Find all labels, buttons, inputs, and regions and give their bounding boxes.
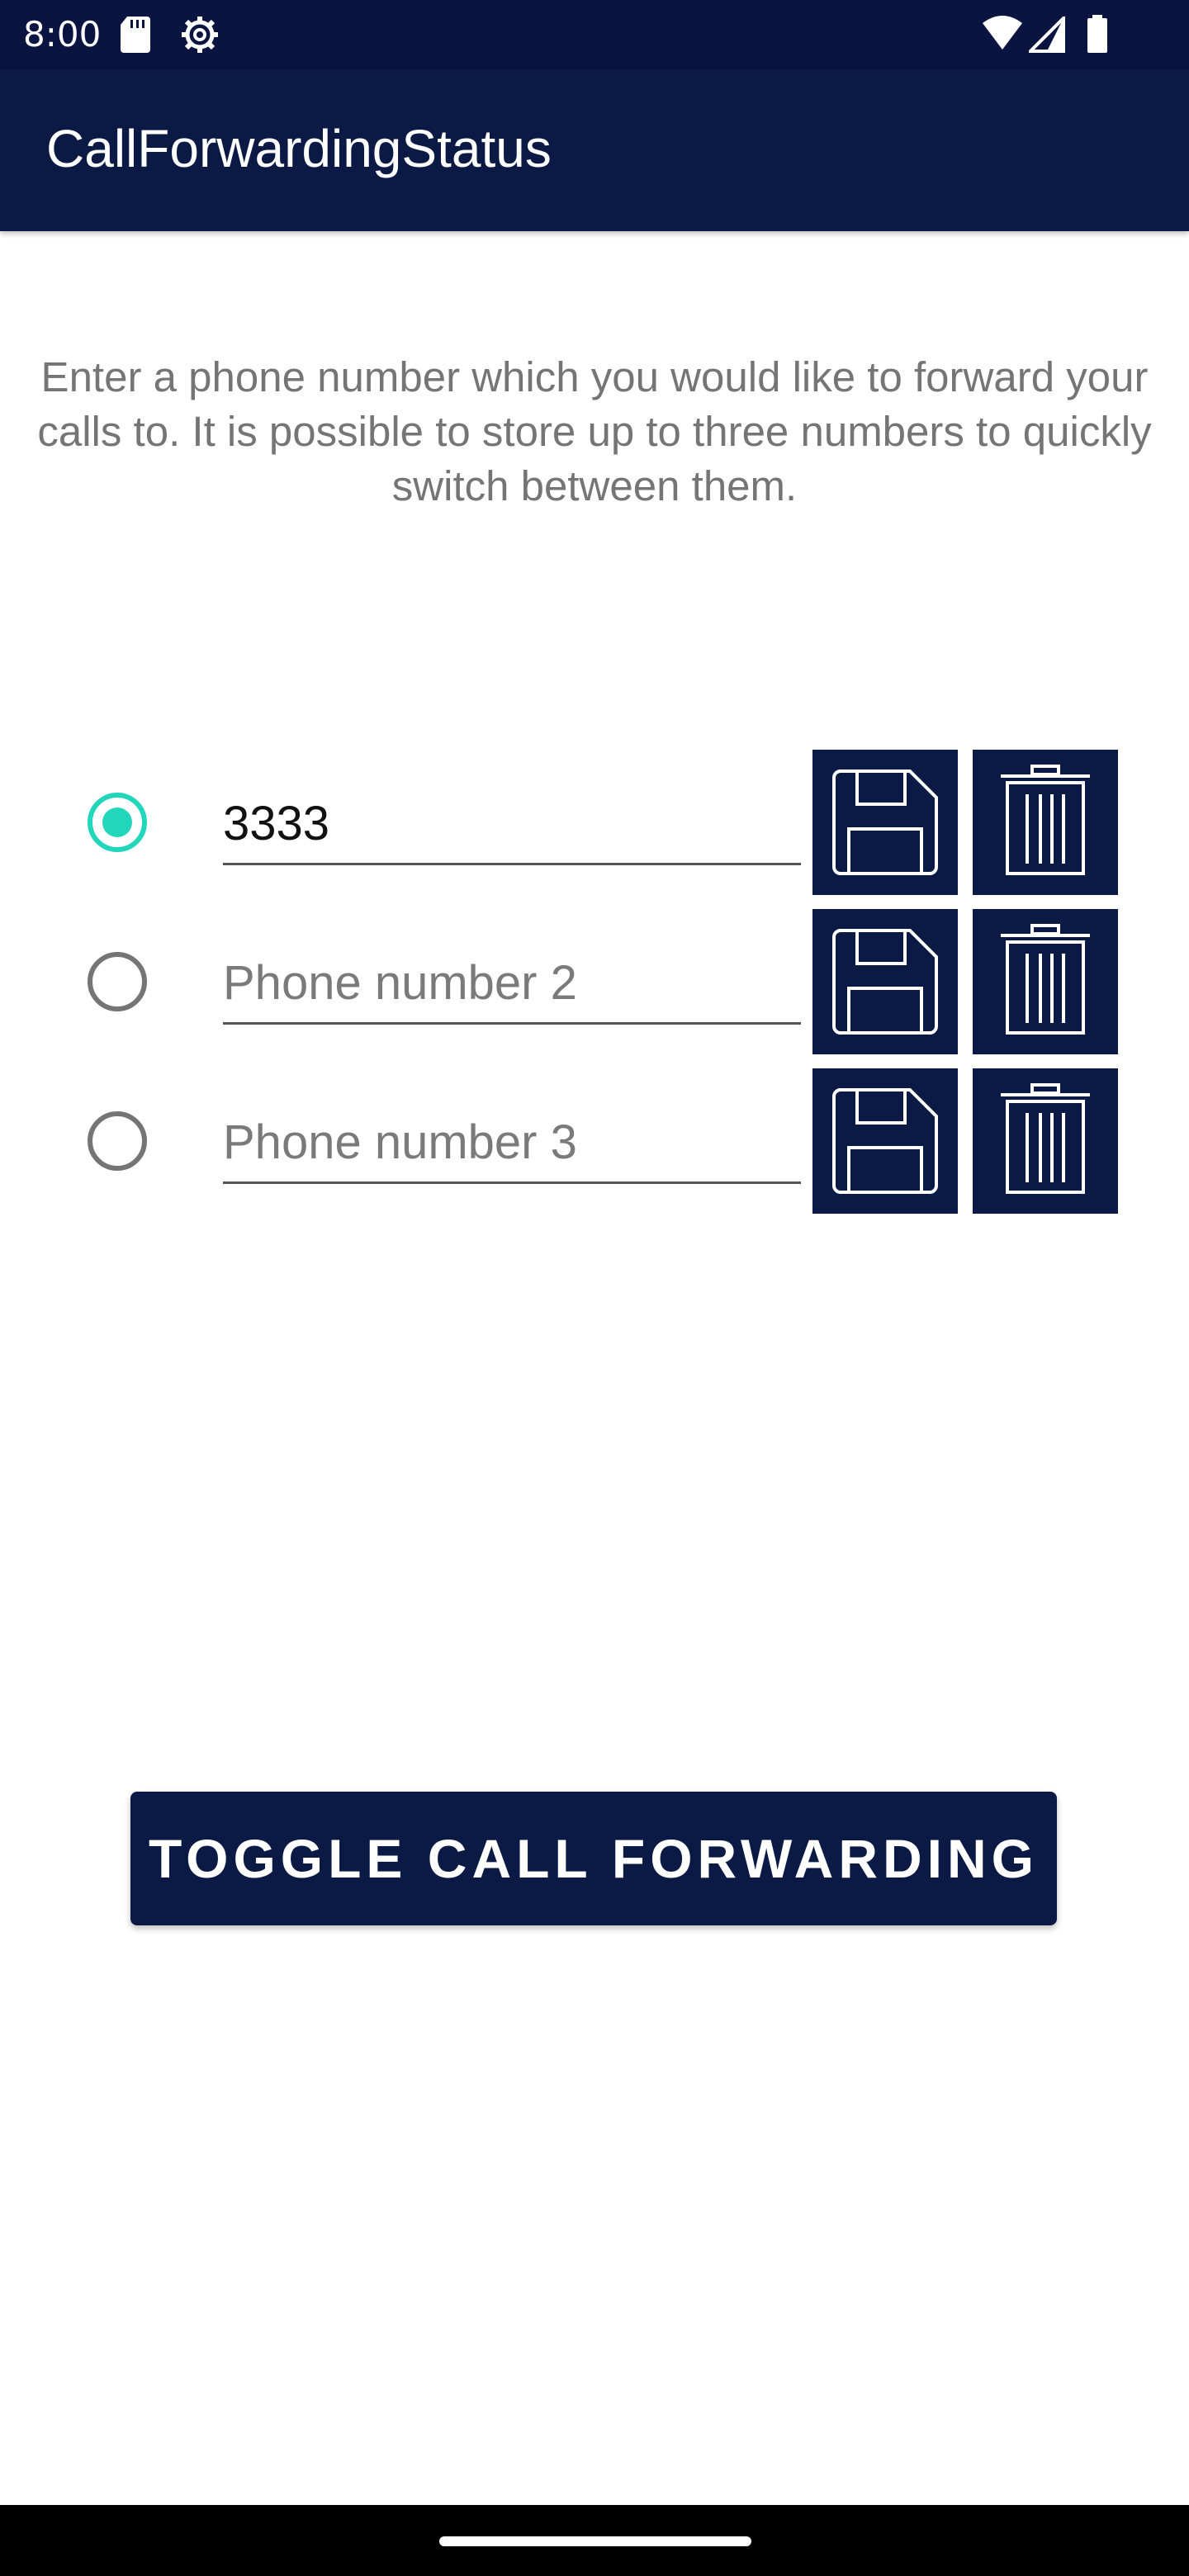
toggle-call-forwarding-button[interactable]: TOGGLE CALL FORWARDING — [130, 1792, 1057, 1925]
phone-2-field — [223, 942, 801, 1025]
phone-number-row-1 — [0, 750, 1189, 895]
save-button-3[interactable] — [812, 1068, 958, 1214]
delete-button-2[interactable] — [973, 909, 1118, 1054]
delete-button-3[interactable] — [973, 1068, 1118, 1214]
status-bar: 8:00 — [0, 0, 1189, 69]
phone-1-radio[interactable] — [88, 793, 147, 852]
status-time: 8:00 — [23, 14, 102, 54]
battery-icon — [1087, 15, 1108, 56]
phone-3-field — [223, 1101, 801, 1184]
trash-can-icon — [1001, 765, 1090, 875]
settings-gear-icon — [180, 15, 220, 58]
phone-number-3-input[interactable] — [223, 1101, 801, 1182]
save-button-1[interactable] — [812, 750, 958, 895]
phone-3-radio[interactable] — [88, 1111, 147, 1171]
phone-number-row-3 — [0, 1068, 1189, 1214]
phone-number-1-input[interactable] — [223, 783, 801, 864]
phone-2-radio[interactable] — [88, 952, 147, 1011]
floppy-disk-icon — [832, 1088, 938, 1194]
app-bar: CallForwardingStatus — [0, 69, 1189, 231]
wifi-icon — [981, 15, 1024, 54]
delete-button-1[interactable] — [973, 750, 1118, 895]
phone-number-2-input[interactable] — [223, 942, 801, 1023]
app-title: CallForwardingStatus — [46, 119, 552, 178]
phone-1-field — [223, 783, 801, 865]
phone-number-row-2 — [0, 909, 1189, 1054]
navigation-bar — [0, 2505, 1189, 2576]
trash-can-icon — [1001, 1083, 1090, 1194]
floppy-disk-icon — [832, 929, 938, 1035]
save-button-2[interactable] — [812, 909, 958, 1054]
trash-can-icon — [1001, 924, 1090, 1035]
signal-icon — [1026, 14, 1065, 56]
radio-selected-dot — [102, 807, 132, 837]
instructions-text: Enter a phone number which you would lik… — [37, 353, 1152, 509]
sd-card-icon — [119, 15, 152, 56]
home-gesture-handle[interactable] — [439, 2536, 751, 2546]
floppy-disk-icon — [832, 769, 938, 875]
